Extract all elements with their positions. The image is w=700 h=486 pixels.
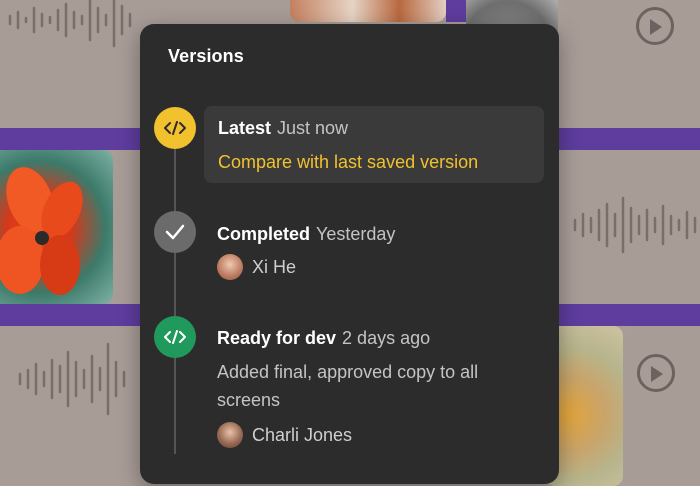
version-header: Ready for dev 2 days ago	[217, 326, 537, 350]
author-name: Charli Jones	[252, 424, 353, 445]
version-header: Latest Just now	[218, 116, 530, 140]
avatar	[217, 422, 243, 448]
check-icon	[165, 224, 185, 240]
photo-flower-icon	[0, 167, 83, 295]
version-node-latest[interactable]	[154, 107, 196, 149]
version-name: Completed	[217, 224, 311, 244]
version-description: Added final, approved copy to all screen…	[217, 362, 479, 410]
audio-waveform-icon	[573, 196, 697, 254]
version-name: Latest	[218, 118, 272, 138]
version-node-ready-for-dev[interactable]	[154, 316, 196, 358]
compare-link[interactable]: Compare with last saved version	[218, 150, 530, 174]
audio-tile-middle	[545, 150, 700, 304]
code-icon	[164, 121, 186, 135]
version-time: Yesterday	[316, 224, 396, 244]
version-header: Completed Yesterday	[217, 222, 557, 246]
play-tile-top	[566, 0, 700, 128]
panel-title: Versions	[168, 46, 244, 66]
play-tile-bottom	[623, 326, 700, 486]
audio-tile-bottom	[0, 326, 160, 486]
version-author: Xi He	[217, 254, 557, 280]
version-entry-ready-for-dev[interactable]: Ready for dev 2 days ago Added final, app…	[217, 326, 537, 448]
version-name: Ready for dev	[217, 328, 337, 348]
version-node-completed[interactable]	[154, 211, 196, 253]
code-icon	[164, 330, 186, 344]
timeline-line	[174, 134, 176, 454]
photo-texture-tile-top	[290, 0, 446, 22]
avatar	[217, 254, 243, 280]
audio-waveform-icon	[18, 342, 126, 416]
version-entry-latest[interactable]: Latest Just now Compare with last saved v…	[204, 106, 544, 183]
author-name: Xi He	[252, 256, 297, 277]
play-icon[interactable]	[636, 7, 674, 45]
version-entry-completed[interactable]: Completed Yesterday Xi He	[217, 222, 557, 280]
versions-panel: Versions Latest Just now Compare with las…	[140, 24, 559, 484]
version-time: Just now	[277, 118, 349, 138]
version-time: 2 days ago	[342, 328, 431, 348]
play-icon[interactable]	[637, 354, 675, 392]
version-author: Charli Jones	[217, 422, 537, 448]
photo-flower-tile	[0, 150, 113, 304]
